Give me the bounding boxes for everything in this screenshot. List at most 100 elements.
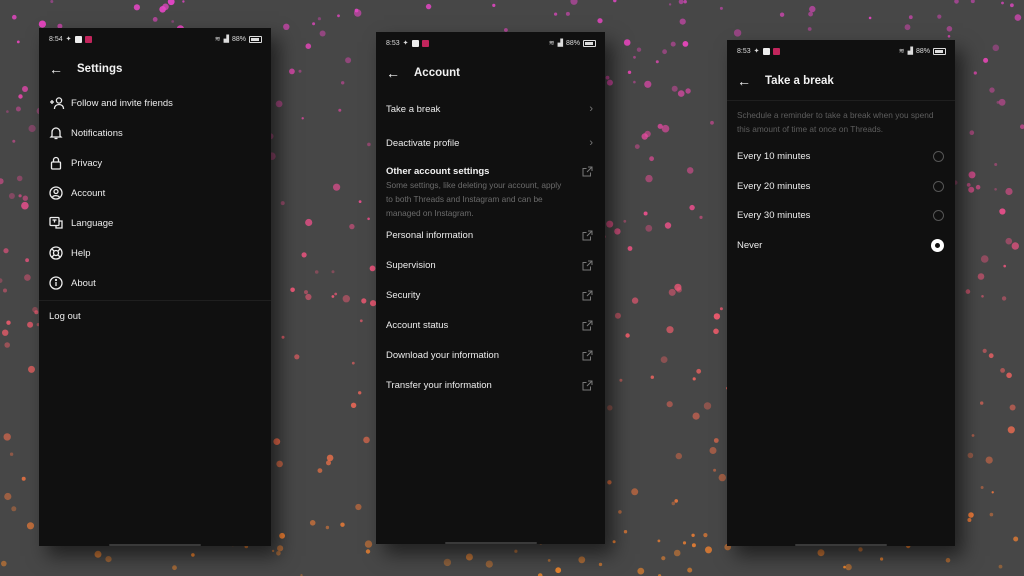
bokeh-dot	[685, 88, 691, 94]
settings-item-label: Notifications	[71, 127, 123, 139]
radio-button[interactable]	[933, 210, 944, 222]
settings-item-about[interactable]: About	[39, 268, 271, 298]
bokeh-dot	[809, 5, 816, 13]
account-link-item[interactable]: Account status	[376, 310, 605, 340]
account-item-deactivate[interactable]: Deactivate profile ›	[376, 126, 605, 160]
radio-button[interactable]	[931, 238, 944, 252]
battery-icon	[249, 35, 262, 43]
notification-icon	[762, 47, 770, 55]
bokeh-dot	[314, 270, 319, 274]
home-indicator[interactable]	[109, 544, 201, 546]
settings-item-label: Language	[71, 217, 114, 229]
bokeh-dot	[1013, 536, 1019, 542]
account-circle-icon	[49, 186, 71, 200]
bokeh-dot	[21, 476, 26, 481]
bokeh-dot	[703, 402, 712, 410]
home-indicator[interactable]	[444, 542, 537, 544]
bokeh-dot	[12, 139, 16, 143]
account-link-item[interactable]: Transfer your information	[376, 370, 605, 400]
signal-icon: ▟	[557, 40, 563, 47]
bokeh-dot	[337, 14, 340, 18]
break-option[interactable]: Never	[727, 231, 955, 261]
account-item-take-a-break[interactable]: Take a break ›	[376, 92, 605, 126]
bokeh-dot	[547, 559, 551, 562]
bokeh-dot	[994, 163, 998, 166]
account-link-item[interactable]: Supervision	[376, 250, 605, 280]
bokeh-dot	[305, 293, 312, 301]
status-bar: 8:53 ✦ ≋ ▟ 88%	[376, 32, 605, 54]
bokeh-dot	[689, 204, 695, 211]
bokeh-dot	[1007, 426, 1015, 434]
bokeh-dot	[354, 9, 362, 17]
break-option[interactable]: Every 30 minutes	[727, 201, 955, 231]
bokeh-dot	[618, 510, 622, 514]
settings-item-account[interactable]: Account	[39, 178, 271, 208]
bokeh-dot	[281, 335, 285, 339]
settings-item-label: Account	[71, 187, 106, 199]
bokeh-dot	[691, 533, 695, 537]
bokeh-dot	[660, 356, 668, 363]
bokeh-dot	[674, 499, 678, 503]
bokeh-dot	[677, 90, 685, 97]
account-link-label: Supervision	[386, 259, 436, 271]
arrow-left-icon[interactable]: ←	[49, 61, 77, 77]
status-time: 8:54	[49, 35, 63, 43]
bokeh-dot	[657, 123, 663, 129]
bokeh-dot	[631, 488, 639, 496]
bokeh-dot	[627, 246, 633, 251]
bokeh-dot	[15, 106, 21, 112]
bokeh-dot	[304, 290, 308, 295]
bokeh-dot	[342, 295, 350, 303]
header: ← Account	[376, 54, 605, 92]
bokeh-dot	[298, 69, 302, 73]
status-time: 8:53	[737, 47, 751, 55]
bokeh-dot	[4, 492, 12, 501]
bokeh-dot	[18, 194, 22, 198]
break-option[interactable]: Every 20 minutes	[727, 172, 955, 202]
radio-button[interactable]	[933, 151, 944, 163]
bokeh-dot	[657, 539, 661, 543]
bokeh-dot	[709, 447, 717, 454]
bokeh-dot	[980, 401, 984, 405]
bokeh-dot	[807, 27, 812, 31]
account-link-item[interactable]: Download your information	[376, 340, 605, 370]
settings-item-language[interactable]: Language	[39, 208, 271, 238]
bokeh-dot	[981, 295, 984, 298]
page-title: Account	[414, 67, 460, 79]
bokeh-dot	[334, 292, 338, 296]
bokeh-dot	[3, 433, 11, 441]
break-option[interactable]: Every 10 minutes	[727, 142, 955, 172]
status-time: 8:53	[386, 39, 400, 47]
bokeh-dot	[12, 14, 17, 20]
bokeh-dot	[570, 0, 578, 5]
radio-button[interactable]	[933, 180, 944, 192]
bokeh-dot	[606, 220, 614, 228]
bokeh-dot	[649, 156, 654, 162]
account-link-item[interactable]: Personal information	[376, 220, 605, 250]
bokeh-dot	[1, 560, 7, 567]
settings-item-notifications[interactable]: Notifications	[39, 118, 271, 148]
wifi-icon: ≋	[898, 48, 905, 55]
battery-icon	[583, 39, 596, 47]
arrow-left-icon[interactable]: ←	[386, 65, 414, 81]
bokeh-dot	[271, 549, 275, 553]
logout-button[interactable]: Log out	[39, 301, 271, 331]
bokeh-dot	[683, 0, 687, 4]
bokeh-dot	[692, 412, 700, 420]
home-indicator[interactable]	[795, 544, 887, 546]
bokeh-dot	[3, 248, 9, 254]
bokeh-dot	[289, 68, 295, 75]
bokeh-dot	[1001, 1, 1004, 5]
account-link-item[interactable]: Security	[376, 280, 605, 310]
logout-label: Log out	[49, 310, 81, 322]
other-account-settings[interactable]: Other account settings Some settings, li…	[376, 160, 605, 220]
sync-icon: ✦	[65, 36, 72, 43]
settings-item-help[interactable]: Help	[39, 238, 271, 268]
settings-item-privacy[interactable]: Privacy	[39, 148, 271, 178]
arrow-left-icon[interactable]: ←	[737, 73, 765, 89]
account-screen: 8:53 ✦ ≋ ▟ 88% ← Account Take a break › …	[376, 32, 605, 544]
settings-item-follow[interactable]: Follow and invite friends	[39, 88, 271, 118]
bokeh-dot	[279, 532, 285, 539]
bokeh-dot	[171, 20, 175, 23]
bokeh-dot	[703, 533, 708, 538]
